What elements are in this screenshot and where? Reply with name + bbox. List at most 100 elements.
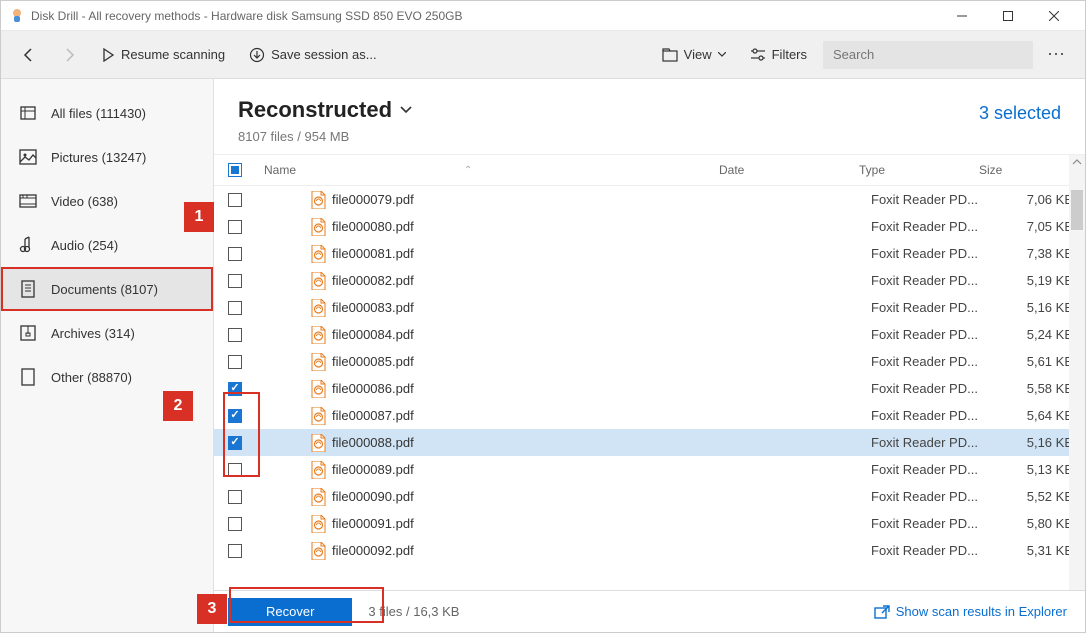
sidebar-item-label: Pictures (13247) <box>51 150 146 165</box>
sidebar-item-pictures[interactable]: Pictures (13247) <box>1 135 213 179</box>
pdf-file-icon <box>310 407 326 425</box>
sidebar-item-all-files[interactable]: All files (111430) <box>1 91 213 135</box>
table-row[interactable]: file000088.pdf Foxit Reader PD...5,16 KB <box>214 429 1085 456</box>
pictures-icon <box>19 148 37 166</box>
table-row[interactable]: file000086.pdfFoxit Reader PD...5,58 KB <box>214 375 1085 402</box>
table-row[interactable]: file000081.pdfFoxit Reader PD...7,38 KB <box>214 240 1085 267</box>
filters-label: Filters <box>772 47 807 62</box>
sidebar-item-label: Other (88870) <box>51 370 132 385</box>
table-row[interactable]: file000092.pdfFoxit Reader PD...5,31 KB <box>214 537 1085 564</box>
pdf-file-icon <box>310 191 326 209</box>
sidebar-item-audio[interactable]: Audio (254) <box>1 223 213 267</box>
more-button[interactable]: ⋯ <box>1041 39 1073 71</box>
column-name[interactable]: Name⌃ <box>264 163 719 177</box>
pdf-file-icon <box>310 380 326 398</box>
table-row[interactable]: file000082.pdfFoxit Reader PD...5,19 KB <box>214 267 1085 294</box>
sort-indicator-icon: ⌃ <box>464 165 472 176</box>
file-size: 5,19 KB <box>991 273 1073 288</box>
row-checkbox[interactable] <box>228 274 242 288</box>
row-checkbox[interactable] <box>228 328 242 342</box>
table-row[interactable]: file000083.pdfFoxit Reader PD...5,16 KB <box>214 294 1085 321</box>
nav-back-button[interactable] <box>13 39 45 71</box>
file-size: 5,16 KB <box>991 435 1073 450</box>
file-list-scrollbar[interactable] <box>1069 186 1085 590</box>
scroll-up-icon[interactable] <box>1069 157 1085 167</box>
pdf-file-icon <box>310 515 326 533</box>
file-type: Foxit Reader PD... <box>871 462 991 477</box>
sidebar-item-label: Documents (8107) <box>51 282 158 297</box>
app-window: Disk Drill - All recovery methods - Hard… <box>0 0 1086 633</box>
view-dropdown[interactable]: View <box>654 47 734 62</box>
file-type: Foxit Reader PD... <box>871 516 991 531</box>
file-type: Foxit Reader PD... <box>871 354 991 369</box>
file-type: Foxit Reader PD... <box>871 246 991 261</box>
column-type[interactable]: Type <box>859 163 979 177</box>
save-session-label: Save session as... <box>271 47 377 62</box>
show-in-explorer-link[interactable]: Show scan results in Explorer <box>874 604 1067 619</box>
file-size: 5,52 KB <box>991 489 1073 504</box>
filters-button[interactable]: Filters <box>742 47 815 62</box>
table-row[interactable]: file000090.pdfFoxit Reader PD...5,52 KB <box>214 483 1085 510</box>
row-checkbox[interactable] <box>228 193 242 207</box>
select-all-checkbox[interactable] <box>228 163 242 177</box>
app-icon <box>9 8 25 24</box>
table-row[interactable]: file000087.pdfFoxit Reader PD...5,64 KB <box>214 402 1085 429</box>
window-controls <box>939 1 1077 31</box>
file-type: Foxit Reader PD... <box>871 408 991 423</box>
table-row[interactable]: file000091.pdf Foxit Reader PD...5,80 KB <box>214 510 1085 537</box>
search-input[interactable] <box>823 41 1033 69</box>
audio-icon <box>19 236 37 254</box>
row-checkbox[interactable] <box>228 544 242 558</box>
sidebar: All files (111430) Pictures (13247) Video … <box>1 79 214 632</box>
save-session-button[interactable]: Save session as... <box>241 47 385 63</box>
sidebar-item-archives[interactable]: Archives (314) <box>1 311 213 355</box>
sidebar-item-documents[interactable]: Documents (8107) <box>1 267 213 311</box>
view-label: View <box>684 47 712 62</box>
file-name: file000081.pdf <box>332 246 731 261</box>
file-name: file000080.pdf <box>332 219 731 234</box>
annotation-callout-2: 2 <box>163 391 193 421</box>
row-checkbox[interactable] <box>228 355 242 369</box>
file-name: file000091.pdf <box>332 516 731 531</box>
window-title: Disk Drill - All recovery methods - Hard… <box>31 9 939 23</box>
file-type: Foxit Reader PD... <box>871 435 991 450</box>
column-date[interactable]: Date <box>719 163 859 177</box>
annotation-highlight-checkboxes <box>223 392 260 477</box>
file-name: file000088.pdf <box>332 435 731 450</box>
row-checkbox[interactable] <box>228 220 242 234</box>
column-size[interactable]: Size <box>979 163 1073 177</box>
resume-scanning-button[interactable]: Resume scanning <box>93 47 233 62</box>
row-checkbox[interactable] <box>228 247 242 261</box>
table-row[interactable]: file000079.pdfFoxit Reader PD...7,06 KB <box>214 186 1085 213</box>
annotation-highlight-recover <box>229 587 384 623</box>
table-row[interactable]: file000084.pdfFoxit Reader PD...5,24 KB <box>214 321 1085 348</box>
scrollbar-thumb[interactable] <box>1071 190 1083 230</box>
file-type: Foxit Reader PD... <box>871 489 991 504</box>
file-name: file000087.pdf <box>332 408 731 423</box>
row-checkbox[interactable] <box>228 301 242 315</box>
table-row[interactable]: file000089.pdfFoxit Reader PD...5,13 KB <box>214 456 1085 483</box>
maximize-button[interactable] <box>985 1 1031 31</box>
pdf-file-icon <box>310 488 326 506</box>
annotation-callout-1: 1 <box>184 202 214 232</box>
minimize-button[interactable] <box>939 1 985 31</box>
file-list: file000079.pdfFoxit Reader PD...7,06 KBf… <box>214 186 1085 590</box>
external-link-icon <box>874 605 890 619</box>
row-checkbox[interactable] <box>228 517 242 531</box>
resume-scanning-label: Resume scanning <box>121 47 225 62</box>
table-row[interactable]: file000080.pdfFoxit Reader PD...7,05 KB <box>214 213 1085 240</box>
video-icon <box>19 192 37 210</box>
table-row[interactable]: file000085.pdfFoxit Reader PD...5,61 KB <box>214 348 1085 375</box>
category-dropdown[interactable]: Reconstructed <box>238 97 412 123</box>
close-button[interactable] <box>1031 1 1077 31</box>
file-size: 7,05 KB <box>991 219 1073 234</box>
nav-forward-button[interactable] <box>53 39 85 71</box>
file-size: 5,80 KB <box>991 516 1073 531</box>
file-type: Foxit Reader PD... <box>871 381 991 396</box>
pdf-file-icon <box>310 326 326 344</box>
sidebar-item-video[interactable]: Video (638) <box>1 179 213 223</box>
file-size: 5,61 KB <box>991 354 1073 369</box>
explorer-link-label: Show scan results in Explorer <box>896 604 1067 619</box>
chevron-down-icon <box>400 106 412 114</box>
row-checkbox[interactable] <box>228 490 242 504</box>
